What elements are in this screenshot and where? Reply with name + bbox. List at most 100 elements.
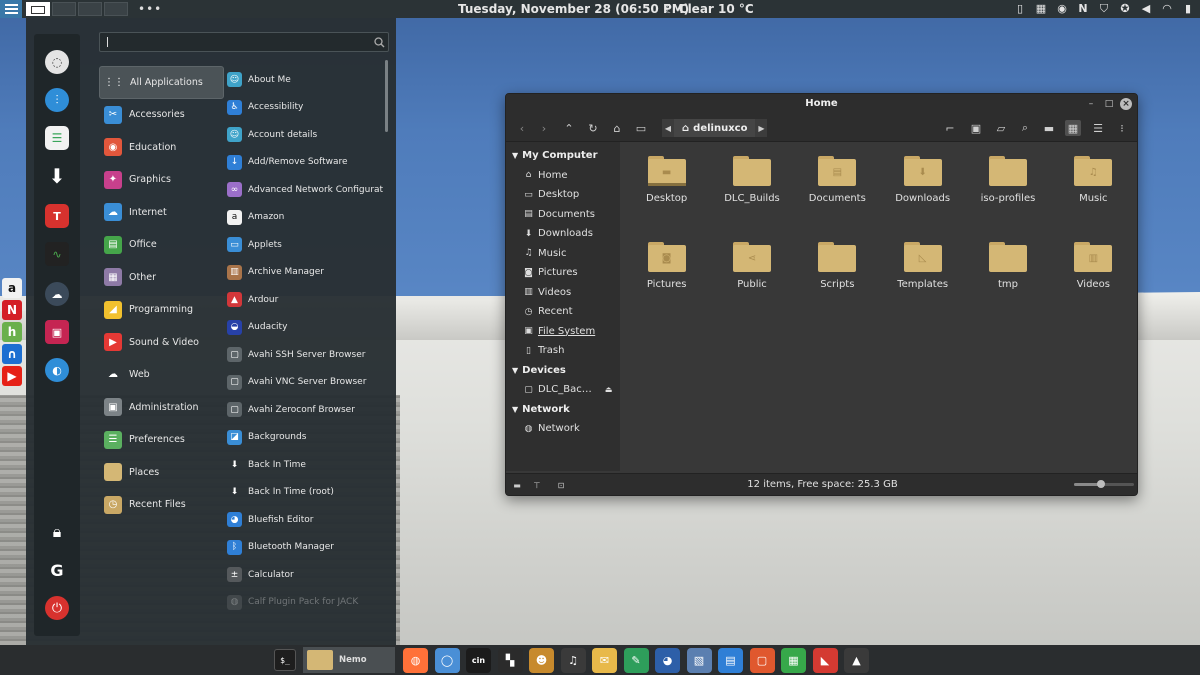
category-places[interactable]: Places <box>99 456 224 489</box>
sidebar-item-desktop[interactable]: ▭ Desktop <box>506 185 620 205</box>
folder-documents[interactable]: ▤ Documents <box>795 150 880 236</box>
chromium-launcher[interactable]: ◯ <box>434 648 460 673</box>
up-icon[interactable]: ⌃ <box>561 120 577 136</box>
folder-downloads[interactable]: ⬇ Downloads <box>880 150 965 236</box>
folder-iso-profiles[interactable]: iso-profiles <box>965 150 1050 236</box>
writer-launcher[interactable]: ✎ <box>623 648 649 673</box>
menu-search-box[interactable] <box>99 32 389 52</box>
eject-icon[interactable]: ⏏ <box>605 385 613 394</box>
music-launcher[interactable]: ♫ <box>560 648 586 673</box>
calc-launcher[interactable]: ▦ <box>781 648 806 673</box>
folder-public[interactable]: ⋖ Public <box>709 236 794 322</box>
app-item[interactable]: ▥ Archive Manager <box>224 259 384 287</box>
folder-music[interactable]: ♫ Music <box>1051 150 1136 236</box>
clipboard-icon[interactable]: ▯ <box>1014 2 1026 15</box>
app-item[interactable]: ▢ Avahi VNC Server Browser <box>224 369 384 397</box>
app-item[interactable]: a Amazon <box>224 204 384 232</box>
category-sound-video[interactable]: ▶ Sound & Video <box>99 326 224 359</box>
volume-icon[interactable]: ◀ <box>1140 2 1152 15</box>
youtube-launcher[interactable]: ▶ <box>2 366 22 386</box>
path-left-arrow-icon[interactable]: ◀ <box>662 119 674 137</box>
back-icon[interactable]: ‹ <box>514 120 530 136</box>
docs-launcher[interactable]: ▤ <box>718 648 743 673</box>
taskbar-nemo-window[interactable]: Nemo <box>303 647 395 673</box>
folder-pictures[interactable]: ◙ Pictures <box>624 236 709 322</box>
window-titlebar[interactable]: Home – □ × <box>506 94 1137 114</box>
workspace-3[interactable] <box>78 2 102 16</box>
app-item[interactable]: ▭ Applets <box>224 231 384 259</box>
sidebar-section-network[interactable]: ▼ Network <box>506 400 620 420</box>
app-item[interactable]: ± Calculator <box>224 561 384 589</box>
app-item[interactable]: ↓ Add/Remove Software <box>224 149 384 177</box>
inkscape-launcher[interactable]: ▲ <box>844 648 869 673</box>
path-segment-home[interactable]: ⌂ delinuxco <box>674 119 756 137</box>
notion-icon[interactable]: N <box>1077 2 1089 15</box>
computer-icon[interactable]: ▭ <box>633 120 649 136</box>
app-item[interactable]: ◒ Audacity <box>224 314 384 342</box>
monkey-launcher[interactable]: ☻ <box>529 648 554 673</box>
disney-launcher[interactable]: ∩ <box>2 344 22 364</box>
chat-icon[interactable]: ◌ <box>45 50 69 74</box>
impress-launcher[interactable]: ▢ <box>749 648 775 673</box>
application-list-scrollbar[interactable] <box>385 60 388 132</box>
home-icon[interactable]: ⌂ <box>609 120 625 136</box>
clock[interactable]: Tuesday, November 28 (06:50 PM) <box>458 2 689 16</box>
category-programming[interactable]: ◢ Programming <box>99 294 224 327</box>
sidebar-item-documents[interactable]: ▤ Documents <box>506 205 620 225</box>
typora-icon[interactable]: T <box>45 204 69 228</box>
more-workspaces-button[interactable]: ••• <box>138 2 162 16</box>
system-monitor-icon[interactable]: ∿ <box>45 242 69 266</box>
category-office[interactable]: ▤ Office <box>99 229 224 262</box>
sidebar-item-device[interactable]: ▢ DLC_Bac… ⏏ <box>506 380 620 400</box>
weather-applet[interactable]: ☾ Clear 10 °C <box>664 2 754 16</box>
cinelerra-launcher[interactable]: cin <box>466 648 491 673</box>
mixer-icon[interactable]: ⫶ <box>45 88 69 112</box>
folder-desktop[interactable]: ▬ Desktop <box>624 150 709 236</box>
app-item[interactable]: ☺ Account details <box>224 121 384 149</box>
terminal-icon[interactable]: ▣ <box>968 120 984 136</box>
sidebar-item-file-system[interactable]: ▣ File System <box>506 322 620 342</box>
sidebar-item-videos[interactable]: ▥ Videos <box>506 283 620 303</box>
category-web[interactable]: ☁ Web <box>99 359 224 392</box>
vpn-icon[interactable]: ✪ <box>1119 2 1131 15</box>
bulb-icon[interactable]: ◉ <box>1056 2 1068 15</box>
menu-search-input[interactable] <box>112 35 370 49</box>
category-recent-files[interactable]: ◷ Recent Files <box>99 489 224 522</box>
icon-view-icon[interactable]: ▦ <box>1065 120 1081 136</box>
category-preferences[interactable]: ☰ Preferences <box>99 424 224 457</box>
terminal-launcher[interactable]: $_ <box>270 647 300 673</box>
search-icon[interactable]: ⌕ <box>1017 120 1033 136</box>
sidebar-item-pictures[interactable]: ◙ Pictures <box>506 263 620 283</box>
clapper-launcher[interactable]: ▚ <box>497 648 523 673</box>
cloud-icon[interactable]: ☁ <box>45 282 69 306</box>
logout-icon[interactable]: G <box>45 558 69 582</box>
folder-videos[interactable]: ▥ Videos <box>1051 236 1136 322</box>
zoom-slider-handle[interactable] <box>1097 480 1105 488</box>
download-icon[interactable]: ⬇ <box>45 164 69 188</box>
workspace-4[interactable] <box>104 2 128 16</box>
wifi-icon[interactable]: ◠ <box>1161 2 1173 15</box>
shield-icon[interactable]: ⛉ <box>1098 2 1110 15</box>
toggle-preview-icon[interactable]: ▬ <box>1041 120 1057 136</box>
minimize-icon[interactable]: – <box>1085 98 1097 110</box>
app-item[interactable]: ⬇ Back In Time <box>224 451 384 479</box>
folder-scripts[interactable]: Scripts <box>795 236 880 322</box>
app-item[interactable]: ◕ Bluefish Editor <box>224 506 384 534</box>
wps-launcher[interactable]: ◣ <box>812 648 838 673</box>
maximize-icon[interactable]: □ <box>1103 98 1115 110</box>
category-education[interactable]: ◉ Education <box>99 131 224 164</box>
forward-icon[interactable]: › <box>536 120 552 136</box>
bluefish-launcher[interactable]: ◕ <box>655 648 680 673</box>
folder-templates[interactable]: ◺ Templates <box>880 236 965 322</box>
app-item[interactable]: ◪ Backgrounds <box>224 424 384 452</box>
chip-app-icon[interactable]: ▣ <box>45 320 69 344</box>
path-right-arrow-icon[interactable]: ▶ <box>755 119 768 137</box>
sidebar-item-home[interactable]: ⌂ Home <box>506 166 620 186</box>
mail-launcher[interactable]: ✉ <box>592 648 617 673</box>
sidebar-section-devices[interactable]: ▼ Devices <box>506 361 620 381</box>
calendar-icon[interactable]: ▦ <box>1035 2 1047 15</box>
sidebar-item-network[interactable]: ◍ Network <box>506 419 620 439</box>
list-view-icon[interactable]: ☰ <box>1090 120 1106 136</box>
app-item[interactable]: ◍ Calf Plugin Pack for JACK <box>224 589 384 617</box>
sidebar-section-my-computer[interactable]: ▼ My Computer <box>506 146 620 166</box>
